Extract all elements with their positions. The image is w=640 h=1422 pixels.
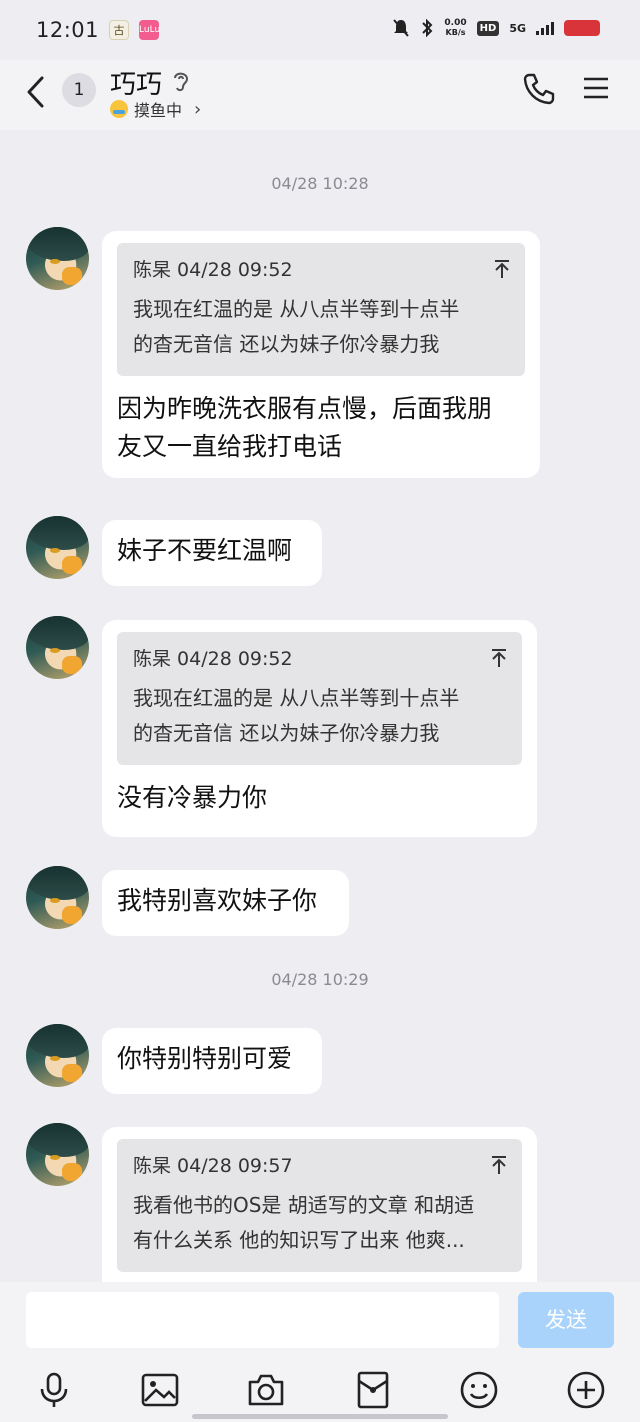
message-timestamp: 04/28 10:28 xyxy=(271,174,369,193)
status-text: 摸鱼中 xyxy=(134,101,183,120)
quote-text: 我现在红温的是 从八点半等到十点半 xyxy=(133,297,460,321)
message-bubble[interactable]: 妹子不要红温啊 xyxy=(102,520,322,586)
message-list[interactable]: 04/28 10:28 陈杲 04/28 09:52 我现在红温的是 从八点半等… xyxy=(0,130,640,1282)
chevron-right-icon: › xyxy=(194,98,202,120)
phone-icon[interactable] xyxy=(522,72,556,106)
sweat-face-icon xyxy=(110,100,128,118)
quoted-message[interactable]: 陈杲 04/28 09:57 我看他书的OS是 胡适写的文章 和胡适 有什么关系… xyxy=(117,1139,522,1272)
message-input[interactable] xyxy=(26,1292,499,1348)
hd-badge: HD xyxy=(476,20,500,36)
message-bubble[interactable]: 陈杲 04/28 09:52 我现在红温的是 从八点半等到十点半 的杳无音信 还… xyxy=(102,620,537,837)
contact-status[interactable]: 摸鱼中 › xyxy=(110,97,201,121)
status-bar: 12:01 古 LuLu 0.00 KB/s HD 5G xyxy=(0,0,640,60)
ear-icon xyxy=(174,72,189,92)
plus-icon[interactable] xyxy=(566,1370,606,1410)
quote-text: 有什么关系 他的知识写了出来 他爽... xyxy=(133,1228,465,1252)
upward-arrow-icon[interactable] xyxy=(490,648,508,668)
message-text: 你特别特别可爱 xyxy=(117,1044,293,1073)
avatar[interactable] xyxy=(26,227,89,290)
avatar[interactable] xyxy=(26,1024,89,1087)
quoted-message[interactable]: 陈杲 04/28 09:52 我现在红温的是 从八点半等到十点半 的杳无音信 还… xyxy=(117,632,522,765)
message-timestamp: 04/28 10:29 xyxy=(271,970,369,989)
status-time: 12:01 xyxy=(36,18,100,42)
message-text: 因为昨晚洗衣服有点慢，后面我朋 xyxy=(117,394,493,423)
quote-text: 我看他书的OS是 胡适写的文章 和胡适 xyxy=(133,1193,475,1217)
app-notification-icon: 古 xyxy=(109,20,130,40)
quote-author: 陈杲 04/28 09:52 xyxy=(133,259,293,281)
quote-author: 陈杲 04/28 09:57 xyxy=(133,1155,293,1177)
emoji-icon[interactable] xyxy=(459,1370,499,1410)
message-bubble[interactable]: 陈杲 04/28 09:52 我现在红温的是 从八点半等到十点半 的杳无音信 还… xyxy=(102,231,540,478)
quoted-message[interactable]: 陈杲 04/28 09:52 我现在红温的是 从八点半等到十点半 的杳无音信 还… xyxy=(117,243,525,376)
red-packet-icon[interactable] xyxy=(353,1370,393,1410)
net-speed: 0.00 KB/s xyxy=(444,18,467,37)
signal-icon xyxy=(536,21,554,35)
unread-count-badge[interactable]: 1 xyxy=(62,73,96,107)
status-indicators: 0.00 KB/s HD 5G xyxy=(392,18,600,38)
quote-text: 我现在红温的是 从八点半等到十点半 xyxy=(133,686,460,710)
back-icon[interactable] xyxy=(22,72,52,112)
camera-icon[interactable] xyxy=(246,1370,286,1410)
mute-bell-icon xyxy=(393,19,410,37)
battery-icon xyxy=(564,20,600,36)
mic-icon[interactable] xyxy=(34,1370,74,1410)
upward-arrow-icon[interactable] xyxy=(490,1155,508,1175)
input-area: 发送 xyxy=(0,1282,640,1422)
avatar[interactable] xyxy=(26,616,89,679)
bluetooth-icon xyxy=(422,18,433,38)
message-bubble[interactable]: 我特别喜欢妹子你 xyxy=(102,870,349,936)
chat-header: 1 巧巧 摸鱼中 › xyxy=(0,60,640,130)
upward-arrow-icon[interactable] xyxy=(493,259,511,279)
quote-text: 的杳无音信 还以为妹子你冷暴力我 xyxy=(133,721,440,745)
quote-text: 的杳无音信 还以为妹子你冷暴力我 xyxy=(133,332,440,356)
app-notification-icon: LuLu xyxy=(139,20,160,40)
message-text: 没有冷暴力你 xyxy=(117,783,268,812)
image-icon[interactable] xyxy=(140,1370,180,1410)
avatar[interactable] xyxy=(26,866,89,929)
message-text: 我特别喜欢妹子你 xyxy=(117,886,318,915)
network-type: 5G xyxy=(509,21,526,35)
quote-author: 陈杲 04/28 09:52 xyxy=(133,648,293,670)
message-bubble[interactable]: 陈杲 04/28 09:57 我看他书的OS是 胡适写的文章 和胡适 有什么关系… xyxy=(102,1127,537,1282)
avatar[interactable] xyxy=(26,1123,89,1186)
message-bubble[interactable]: 你特别特别可爱 xyxy=(102,1028,322,1094)
contact-name[interactable]: 巧巧 xyxy=(110,64,162,101)
home-indicator[interactable] xyxy=(192,1414,448,1419)
message-text: 友又一直给我打电话 xyxy=(117,432,343,461)
message-text: 妹子不要红温啊 xyxy=(117,536,293,565)
menu-icon[interactable] xyxy=(582,74,610,102)
send-button[interactable]: 发送 xyxy=(518,1292,614,1348)
avatar[interactable] xyxy=(26,516,89,579)
